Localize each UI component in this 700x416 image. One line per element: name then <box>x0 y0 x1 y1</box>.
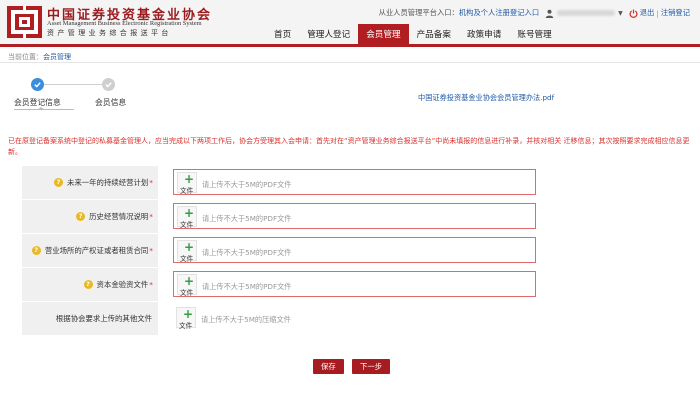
nav-policy-application[interactable]: 政策申请 <box>459 24 509 44</box>
field-value: + 文件 请上传不大于5M的PDF文件 <box>158 166 678 199</box>
field-value: + 文件 请上传不大于5M的PDF文件 <box>158 234 678 267</box>
header-divider <box>0 44 700 47</box>
form-row: ? 历史经营情况说明 * + 文件 请上传不大于5M的PDF文件 <box>22 200 678 233</box>
field-label: ? 营业场所的产权证或者租赁合同 * <box>22 234 158 267</box>
file-upload-button[interactable]: + 文件 <box>177 240 197 263</box>
form-row: ? 营业场所的产权证或者租赁合同 * + 文件 请上传不大于5M的PDF文件 <box>22 234 678 267</box>
plus-icon: + <box>184 274 195 288</box>
field-label-text: 资本金验资文件 <box>96 280 149 289</box>
breadcrumb-prefix: 当前位置： <box>8 53 43 61</box>
step1-check-icon <box>31 78 44 91</box>
upload-hint: 请上传不大于5M的PDF文件 <box>202 282 292 291</box>
field-label: 根据协会要求上传的其他文件 <box>22 302 158 335</box>
association-logo <box>7 6 42 38</box>
file-upload-button[interactable]: + 文件 <box>176 307 196 330</box>
link-separator: | <box>656 8 659 18</box>
file-upload-button[interactable]: + 文件 <box>177 172 197 195</box>
field-value: + 文件 请上传不大于5M的PDF文件 <box>158 200 678 233</box>
upload-hint: 请上传不大于5M的PDF文件 <box>202 214 292 223</box>
file-button-label: 文件 <box>180 221 194 229</box>
breadcrumb-divider <box>0 62 700 63</box>
file-button-label: 文件 <box>180 255 194 263</box>
upload-field[interactable]: + 文件 请上传不大于5M的PDF文件 <box>173 203 536 229</box>
help-icon[interactable]: ? <box>31 246 41 255</box>
breadcrumb: 当前位置：会员管理 <box>8 52 71 62</box>
step2-check-icon <box>102 78 115 91</box>
upload-hint: 请上传不大于5M的压缩文件 <box>201 315 291 324</box>
required-mark: * <box>149 212 153 221</box>
step-active-marker <box>37 107 45 110</box>
required-mark: * <box>149 178 153 187</box>
file-button-label: 文件 <box>180 187 194 195</box>
entry-text: 从业人员管理平台入口： <box>378 8 459 17</box>
registration-entry-link[interactable]: 机构及个人注册登记入口 <box>459 8 539 18</box>
next-step-button[interactable]: 下一步 <box>352 359 391 374</box>
field-value: + 文件 请上传不大于5M的PDF文件 <box>158 268 678 301</box>
header: 中国证券投资基金业协会 Asset Management Business El… <box>0 0 700 44</box>
logout-link[interactable]: 退出 <box>640 8 655 18</box>
field-value: + 文件 请上传不大于5M的压缩文件 <box>158 302 678 335</box>
form-row: 根据协会要求上传的其他文件 + 文件 请上传不大于5M的压缩文件 <box>22 302 678 335</box>
help-icon[interactable]: ? <box>53 178 63 187</box>
plus-icon: + <box>184 206 195 220</box>
nav-manager-registration[interactable]: 管理人登记 <box>299 24 358 44</box>
plus-icon: + <box>183 307 194 321</box>
upload-hint: 请上传不大于5M的PDF文件 <box>202 248 292 257</box>
step2-label[interactable]: 会员信息 <box>95 97 126 108</box>
username-blurred[interactable] <box>557 10 616 16</box>
required-mark: * <box>149 280 153 289</box>
brand-name-en: Asset Management Business Electronic Reg… <box>47 20 202 27</box>
breadcrumb-current[interactable]: 会员管理 <box>43 53 71 61</box>
nav-home[interactable]: 首页 <box>266 24 299 44</box>
nav-member-management[interactable]: 会员管理 <box>358 24 409 44</box>
step-connector <box>42 84 108 85</box>
field-label-text: 历史经营情况说明 <box>89 212 149 221</box>
user-icon <box>545 9 554 18</box>
brand-subtitle: 资产管理业务综合报送平台 <box>47 29 172 37</box>
field-label-text: 营业场所的产权证或者租赁合同 <box>44 246 149 255</box>
field-label: ? 资本金验资文件 * <box>22 268 158 301</box>
nav-product-filing[interactable]: 产品备案 <box>409 24 459 44</box>
cancel-account-link[interactable]: 注销登记 <box>661 8 690 18</box>
upload-hint: 请上传不大于5M的PDF文件 <box>202 180 292 189</box>
upload-field[interactable]: + 文件 请上传不大于5M的PDF文件 <box>173 271 536 297</box>
plus-icon: + <box>184 172 195 186</box>
upload-form: ? 未来一年的持续经营计划 * + 文件 请上传不大于5M的PDF文件 ? 历史经… <box>22 166 678 335</box>
main-nav: 首页 管理人登记 会员管理 产品备案 政策申请 账号管理 <box>266 24 560 44</box>
help-icon[interactable]: ? <box>83 280 93 289</box>
power-icon <box>629 9 638 18</box>
membership-rules-pdf-link[interactable]: 中国证券投资基金业协会会员管理办法.pdf <box>418 93 554 103</box>
form-row: ? 资本金验资文件 * + 文件 请上传不大于5M的PDF文件 <box>22 268 678 301</box>
required-mark: * <box>149 246 153 255</box>
file-button-label: 文件 <box>179 322 193 330</box>
upload-field[interactable]: + 文件 请上传不大于5M的PDF文件 <box>173 237 536 263</box>
file-button-label: 文件 <box>180 289 194 297</box>
file-upload-button[interactable]: + 文件 <box>177 206 197 229</box>
field-label: ? 历史经营情况说明 * <box>22 200 158 233</box>
file-upload-button[interactable]: + 文件 <box>177 274 197 297</box>
top-links: 从业人员管理平台入口： 机构及个人注册登记入口 ▼ 退出 | 注销登记 <box>379 7 690 19</box>
nav-account-management[interactable]: 账号管理 <box>509 24 559 44</box>
field-label-text: 未来一年的持续经营计划 <box>66 178 149 187</box>
field-label: ? 未来一年的持续经营计划 * <box>22 166 158 199</box>
field-label-text: 根据协会要求上传的其他文件 <box>55 314 152 323</box>
upload-field[interactable]: + 文件 请上传不大于5M的PDF文件 <box>173 169 536 195</box>
help-icon[interactable]: ? <box>76 212 86 221</box>
plus-icon: + <box>184 240 195 254</box>
upload-field[interactable]: + 文件 请上传不大于5M的压缩文件 <box>173 305 536 331</box>
chevron-down-icon[interactable]: ▼ <box>618 10 623 17</box>
save-button[interactable]: 保存 <box>313 359 344 374</box>
notice-text: 已在原登记备案系统中登记的私募基金管理人，应当完成以下两项工作后，协会方受理其入… <box>8 137 690 156</box>
form-row: ? 未来一年的持续经营计划 * + 文件 请上传不大于5M的PDF文件 <box>22 166 678 199</box>
